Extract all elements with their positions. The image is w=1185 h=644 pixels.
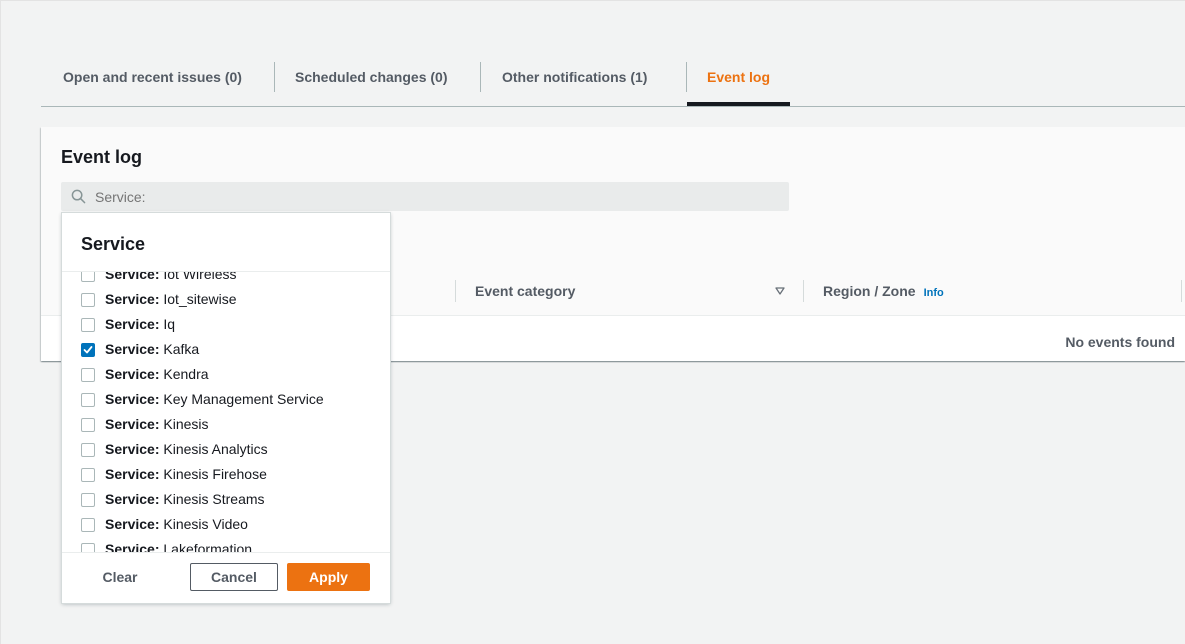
option-value: Kinesis Analytics: [163, 441, 268, 457]
checkmark-icon: [83, 346, 93, 354]
option-key: Service:: [105, 366, 160, 382]
option-key: Service:: [105, 316, 160, 332]
option-key: Service:: [105, 441, 160, 457]
checkbox[interactable]: [81, 293, 95, 307]
panel-title: Event log: [61, 147, 143, 167]
option-value: Iq: [163, 316, 176, 332]
divider: [62, 552, 390, 553]
option-key: Service:: [105, 466, 160, 482]
dropdown-title: Service: [81, 234, 146, 254]
checkbox[interactable]: [81, 318, 95, 332]
column-region-zone-label: Region / Zone: [823, 283, 916, 299]
option-key: Service:: [105, 341, 160, 357]
tab-other-notifications[interactable]: Other notifications (1): [502, 62, 647, 106]
option-list[interactable]: Service: Iot Wireless Service: Iot_sitew…: [62, 272, 390, 552]
option-key: Service:: [105, 516, 160, 532]
checkbox[interactable]: [81, 393, 95, 407]
column-divider: [455, 280, 456, 302]
checkbox[interactable]: [81, 272, 95, 282]
checkbox[interactable]: [81, 418, 95, 432]
option-key: Service:: [105, 291, 160, 307]
top-border: [0, 0, 1185, 1]
page: Open and recent issues (0) Scheduled cha…: [0, 0, 1185, 644]
checkbox[interactable]: [81, 493, 95, 507]
apply-button[interactable]: Apply: [287, 563, 370, 591]
option-value: Iot Wireless: [163, 272, 237, 282]
option-key: Service:: [105, 491, 160, 507]
search-icon: [71, 189, 86, 204]
sort-icon[interactable]: [775, 287, 785, 295]
tab-event-log[interactable]: Event log: [707, 62, 770, 106]
checkbox[interactable]: [81, 443, 95, 457]
column-region-zone[interactable]: Region / Zone Info: [823, 283, 944, 299]
checkbox[interactable]: [81, 518, 95, 532]
column-event-category[interactable]: Event category: [475, 283, 575, 299]
option-key: Service:: [105, 272, 160, 282]
tab-divider: [274, 62, 275, 92]
cancel-button[interactable]: Cancel: [190, 563, 278, 591]
tab-open-issues[interactable]: Open and recent issues (0): [63, 62, 242, 106]
tab-scheduled-changes[interactable]: Scheduled changes (0): [295, 62, 447, 106]
option-value: Kinesis Firehose: [163, 466, 267, 482]
checkbox-checked[interactable]: [81, 343, 95, 357]
option-value: Kendra: [163, 366, 209, 382]
option-value: Key Management Service: [163, 391, 324, 407]
clear-button[interactable]: Clear: [82, 563, 158, 591]
tab-bar: Open and recent issues (0) Scheduled cha…: [41, 56, 1185, 107]
left-border: [0, 0, 1, 644]
service-filter-dropdown: Service Service: Iot Wireless Service: I…: [61, 212, 391, 604]
column-divider: [803, 280, 804, 302]
option-value: Iot_sitewise: [163, 291, 237, 307]
column-divider: [1181, 280, 1182, 302]
option-key: Service:: [105, 541, 160, 552]
checkbox[interactable]: [81, 468, 95, 482]
search-input[interactable]: [95, 182, 775, 211]
tab-divider: [686, 62, 687, 92]
checkbox[interactable]: [81, 368, 95, 382]
option-key: Service:: [105, 391, 160, 407]
checkbox[interactable]: [81, 543, 95, 552]
option-value: Kinesis Video: [163, 516, 248, 532]
option-value: Kafka: [163, 341, 200, 357]
option-value: Kinesis: [163, 416, 209, 432]
active-tab-indicator: [687, 102, 790, 106]
option-key: Service:: [105, 416, 160, 432]
option-value: Kinesis Streams: [163, 491, 265, 507]
option-value: Lakeformation: [163, 541, 253, 552]
empty-state-text: No events found: [1065, 334, 1175, 350]
search-bar[interactable]: [61, 182, 789, 211]
info-link[interactable]: Info: [924, 287, 944, 299]
tab-divider: [480, 62, 481, 92]
